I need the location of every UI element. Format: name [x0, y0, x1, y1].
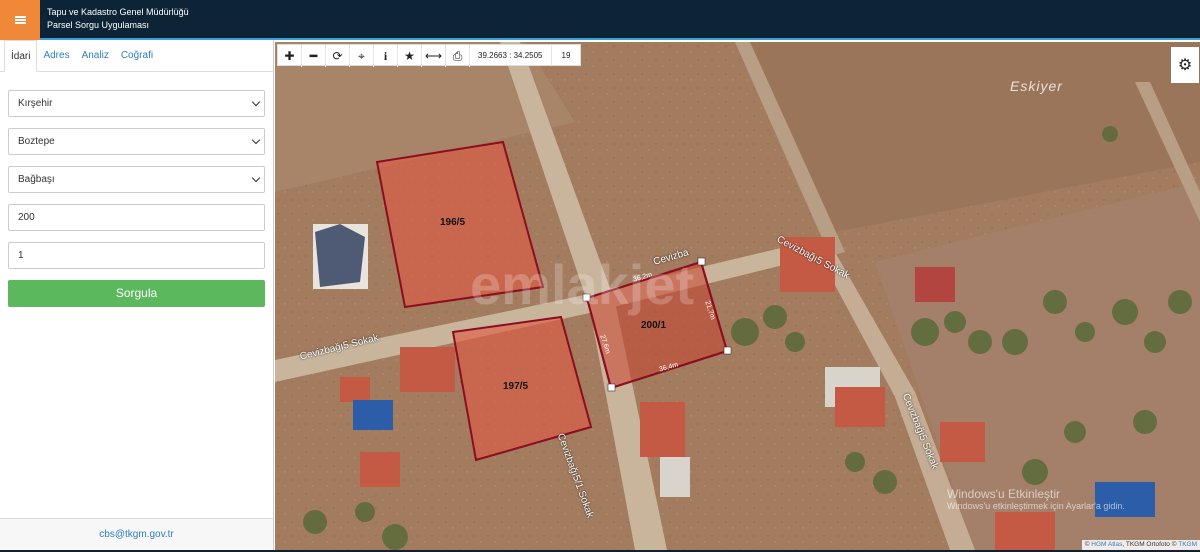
neighborhood-select[interactable]: Bağbaşı [8, 166, 265, 193]
zoom-in-icon[interactable]: ✚ [278, 45, 302, 67]
map-attribution: © HGM Atlas, TKGM Ortofoto © TKGM [1081, 540, 1200, 550]
search-button[interactable]: Sorgula [8, 280, 265, 307]
province-select[interactable]: Kırşehir [8, 90, 265, 117]
tab-idari[interactable]: İdari [4, 40, 38, 72]
map-toolbar: ✚ ━ ⟳ ⌖ i ★ ⟷ ⎙ 39.2663 : 34.2505 19 [277, 44, 582, 67]
settings-button[interactable]: ⚙ [1171, 47, 1199, 83]
coordinate-readout: 39.2663 : 34.2505 [470, 45, 552, 65]
refresh-icon[interactable]: ⟳ [326, 45, 350, 67]
info-icon[interactable]: i [374, 45, 398, 67]
zoom-out-icon[interactable]: ━ [302, 45, 326, 67]
tab-analiz[interactable]: Analiz [76, 40, 115, 71]
tab-adres[interactable]: Adres [37, 40, 75, 71]
attribution-hgm-link[interactable]: HGM Atlas [1091, 541, 1122, 548]
locate-icon[interactable]: ⌖ [350, 45, 374, 67]
attribution-middle: , TKGM Ortofoto © [1122, 541, 1177, 548]
star-icon[interactable]: ★ [398, 45, 422, 67]
attribution-tkgm-link[interactable]: TKGM [1178, 541, 1197, 548]
block-input[interactable]: 200 [8, 204, 265, 231]
tab-cografi[interactable]: Coğrafi [115, 40, 159, 71]
app-title: Tapu ve Kadastro Genel Müdürlüğü Parsel … [47, 6, 189, 32]
app-title-line1: Tapu ve Kadastro Genel Müdürlüğü [47, 7, 189, 17]
os-activation-notice: Windows'u Etkinleştir Windows'u etkinleş… [947, 487, 1125, 511]
district-select[interactable]: Boztepe [8, 128, 265, 155]
menu-button[interactable] [0, 0, 40, 40]
gear-icon: ⚙ [1177, 57, 1193, 74]
parcel-label-200-1: 200/1 [641, 320, 667, 331]
satellite-imagery [275, 42, 1200, 550]
query-tabs: İdari Adres Analiz Coğrafi [0, 40, 273, 72]
map-view[interactable]: Eskiyer 196/5 197/5 200/1 Cevizbağı5 Sok… [275, 42, 1200, 550]
app-header: Tapu ve Kadastro Genel Müdürlüğü Parsel … [0, 0, 1200, 40]
attribution-prefix: © [1084, 541, 1090, 548]
parcel-label-196-5: 196/5 [440, 217, 466, 228]
zoom-level: 19 [561, 51, 571, 60]
watermark-logo: emlakjet [470, 253, 695, 316]
contact-email[interactable]: cbs@tkgm.gov.tr [0, 518, 273, 550]
os-notice-text: Windows'u etkinleştirmek için Ayarlar'a … [947, 501, 1125, 511]
hamburger-icon [14, 16, 26, 24]
app-title-line2: Parsel Sorgu Uygulaması [47, 20, 150, 30]
place-label: Eskiyer [1010, 78, 1063, 94]
print-icon[interactable]: ⎙ [446, 45, 470, 67]
query-sidebar: İdari Adres Analiz Coğrafi Kırşehir Bozt… [0, 40, 274, 550]
os-notice-title: Windows'u Etkinleştir [947, 487, 1060, 501]
parcel-input[interactable]: 1 [8, 242, 265, 269]
measure-icon[interactable]: ⟷ [422, 45, 446, 67]
parcel-label-197-5: 197/5 [503, 381, 529, 392]
